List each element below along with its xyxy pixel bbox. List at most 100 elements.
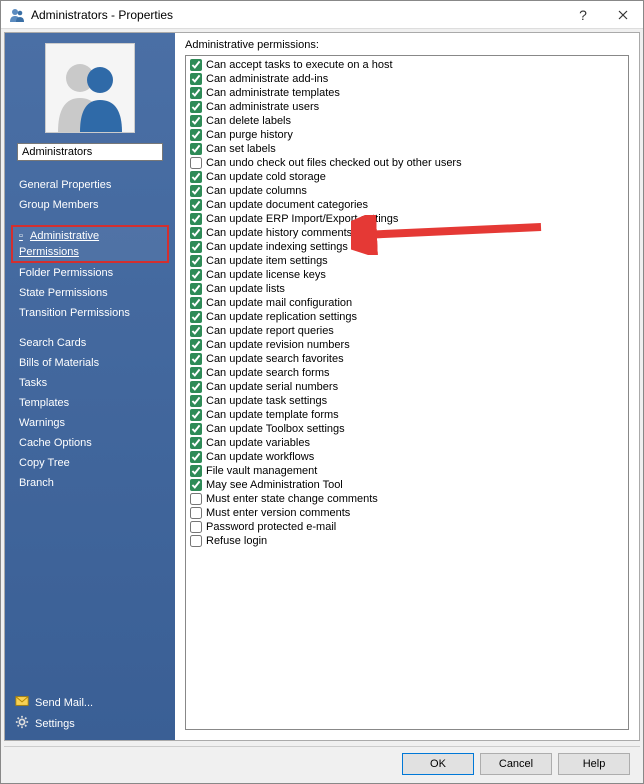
- sidebar-item-templates[interactable]: Templates: [5, 393, 175, 413]
- permission-row[interactable]: Can update replication settings: [188, 310, 626, 324]
- permission-row[interactable]: Can update revision numbers: [188, 338, 626, 352]
- permission-row[interactable]: Can delete labels: [188, 114, 626, 128]
- permission-row[interactable]: Can administrate templates: [188, 86, 626, 100]
- permissions-list[interactable]: Can accept tasks to execute on a hostCan…: [185, 55, 629, 730]
- permission-checkbox[interactable]: [190, 311, 202, 323]
- sidebar-item-copy-tree[interactable]: Copy Tree: [5, 453, 175, 473]
- send-mail-link[interactable]: Send Mail...: [15, 692, 165, 713]
- permission-checkbox[interactable]: [190, 199, 202, 211]
- permission-row[interactable]: Must enter version comments: [188, 506, 626, 520]
- permission-row[interactable]: Can update Toolbox settings: [188, 422, 626, 436]
- sidebar-item-search-cards[interactable]: Search Cards: [5, 333, 175, 353]
- close-button[interactable]: [603, 1, 643, 29]
- sidebar-item-group-members[interactable]: Group Members: [5, 195, 175, 215]
- sidebar-item-cache-options[interactable]: Cache Options: [5, 433, 175, 453]
- permission-row[interactable]: Can administrate users: [188, 100, 626, 114]
- permission-checkbox[interactable]: [190, 493, 202, 505]
- permission-checkbox[interactable]: [190, 507, 202, 519]
- permission-checkbox[interactable]: [190, 269, 202, 281]
- group-name-input[interactable]: [17, 143, 163, 161]
- ok-button[interactable]: OK: [402, 753, 474, 775]
- permission-checkbox[interactable]: [190, 339, 202, 351]
- settings-link[interactable]: Settings: [15, 713, 165, 734]
- permission-row[interactable]: Can update task settings: [188, 394, 626, 408]
- permission-checkbox[interactable]: [190, 59, 202, 71]
- sidebar-item-state-permissions[interactable]: State Permissions: [5, 283, 175, 303]
- permission-row[interactable]: File vault management: [188, 464, 626, 478]
- permission-row[interactable]: Can update search forms: [188, 366, 626, 380]
- permission-label: Can update lists: [206, 282, 285, 296]
- permission-checkbox[interactable]: [190, 521, 202, 533]
- permission-row[interactable]: Can accept tasks to execute on a host: [188, 58, 626, 72]
- permission-row[interactable]: Can update indexing settings: [188, 240, 626, 254]
- permissions-section-label: Administrative permissions:: [185, 39, 629, 51]
- permission-checkbox[interactable]: [190, 157, 202, 169]
- permission-checkbox[interactable]: [190, 409, 202, 421]
- permission-checkbox[interactable]: [190, 87, 202, 99]
- permission-row[interactable]: Can undo check out files checked out by …: [188, 156, 626, 170]
- sidebar-item-administrative-permissions[interactable]: ▫Administrative Permissions: [5, 225, 175, 263]
- permission-row[interactable]: Can update cold storage: [188, 170, 626, 184]
- permission-checkbox[interactable]: [190, 451, 202, 463]
- sidebar-item-tasks[interactable]: Tasks: [5, 373, 175, 393]
- permission-checkbox[interactable]: [190, 465, 202, 477]
- permission-checkbox[interactable]: [190, 185, 202, 197]
- permission-row[interactable]: Can update ERP Import/Export settings: [188, 212, 626, 226]
- sidebar-item-bills-of-materials[interactable]: Bills of Materials: [5, 353, 175, 373]
- main-panel: Administrative permissions: Can accept t…: [175, 33, 639, 740]
- permission-label: Can update indexing settings: [206, 240, 348, 254]
- permission-checkbox[interactable]: [190, 353, 202, 365]
- permission-row[interactable]: Can update search favorites: [188, 352, 626, 366]
- permission-checkbox[interactable]: [190, 129, 202, 141]
- permission-row[interactable]: Can update variables: [188, 436, 626, 450]
- permission-checkbox[interactable]: [190, 423, 202, 435]
- permission-row[interactable]: Can purge history: [188, 128, 626, 142]
- permission-checkbox[interactable]: [190, 325, 202, 337]
- permission-row[interactable]: Can update document categories: [188, 198, 626, 212]
- permission-label: Can administrate users: [206, 100, 319, 114]
- sidebar-item-branch[interactable]: Branch: [5, 473, 175, 493]
- permission-checkbox[interactable]: [190, 171, 202, 183]
- permission-row[interactable]: Must enter state change comments: [188, 492, 626, 506]
- permission-row[interactable]: Can update history comments: [188, 226, 626, 240]
- permission-checkbox[interactable]: [190, 255, 202, 267]
- permission-row[interactable]: Password protected e-mail: [188, 520, 626, 534]
- permission-checkbox[interactable]: [190, 479, 202, 491]
- permission-checkbox[interactable]: [190, 367, 202, 379]
- permission-checkbox[interactable]: [190, 297, 202, 309]
- permission-checkbox[interactable]: [190, 535, 202, 547]
- help-button[interactable]: ?: [563, 1, 603, 29]
- permission-row[interactable]: Can administrate add-ins: [188, 72, 626, 86]
- permission-checkbox[interactable]: [190, 283, 202, 295]
- permission-row[interactable]: Can update report queries: [188, 324, 626, 338]
- permission-checkbox[interactable]: [190, 381, 202, 393]
- sidebar-item-label: Warnings: [19, 417, 65, 429]
- help-button-bottom[interactable]: Help: [558, 753, 630, 775]
- sidebar-item-label: Branch: [19, 477, 54, 489]
- sidebar-item-transition-permissions[interactable]: Transition Permissions: [5, 303, 175, 323]
- permission-checkbox[interactable]: [190, 143, 202, 155]
- permission-row[interactable]: Can update lists: [188, 282, 626, 296]
- permission-checkbox[interactable]: [190, 213, 202, 225]
- permission-row[interactable]: Can update workflows: [188, 450, 626, 464]
- cancel-button[interactable]: Cancel: [480, 753, 552, 775]
- sidebar-item-general-properties[interactable]: General Properties: [5, 175, 175, 195]
- permission-checkbox[interactable]: [190, 115, 202, 127]
- permission-checkbox[interactable]: [190, 227, 202, 239]
- permission-checkbox[interactable]: [190, 395, 202, 407]
- permission-checkbox[interactable]: [190, 101, 202, 113]
- permission-checkbox[interactable]: [190, 437, 202, 449]
- permission-checkbox[interactable]: [190, 241, 202, 253]
- permission-row[interactable]: Refuse login: [188, 534, 626, 548]
- sidebar-item-folder-permissions[interactable]: Folder Permissions: [5, 263, 175, 283]
- permission-row[interactable]: Can set labels: [188, 142, 626, 156]
- permission-row[interactable]: Can update columns: [188, 184, 626, 198]
- sidebar-item-warnings[interactable]: Warnings: [5, 413, 175, 433]
- permission-row[interactable]: Can update license keys: [188, 268, 626, 282]
- permission-row[interactable]: Can update serial numbers: [188, 380, 626, 394]
- permission-row[interactable]: Can update item settings: [188, 254, 626, 268]
- permission-checkbox[interactable]: [190, 73, 202, 85]
- permission-row[interactable]: Can update mail configuration: [188, 296, 626, 310]
- permission-row[interactable]: May see Administration Tool: [188, 478, 626, 492]
- permission-row[interactable]: Can update template forms: [188, 408, 626, 422]
